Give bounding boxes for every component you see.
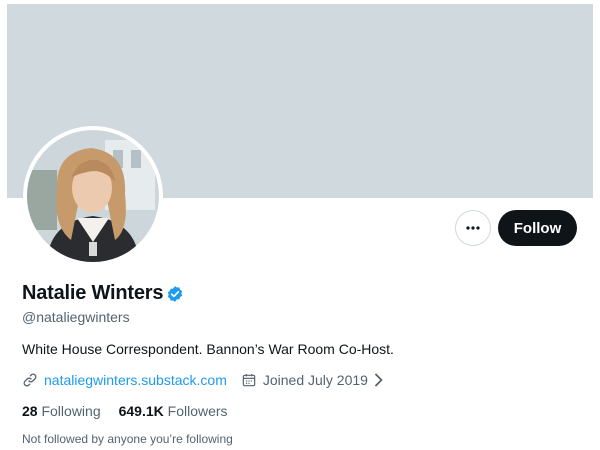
calendar-icon	[242, 374, 256, 387]
more-options-button[interactable]	[455, 210, 491, 246]
link-icon	[23, 373, 37, 387]
display-name: Natalie Winters	[22, 282, 164, 304]
profile-bio: White House Correspondent. Bannon’s War …	[22, 341, 394, 357]
user-handle: @nataliegwinters	[22, 309, 130, 325]
joined-label: Joined July 2019	[262, 372, 368, 388]
following-stat[interactable]: 28 Following	[22, 403, 101, 419]
chevron-right-icon	[375, 373, 383, 387]
not-followed-notice: Not followed by anyone you’re following	[22, 432, 233, 446]
avatar-frame[interactable]	[23, 126, 163, 266]
follow-stats: 28 Following 649.1K Followers	[22, 403, 246, 419]
following-label: Following	[41, 403, 101, 419]
follow-button[interactable]: Follow	[498, 210, 577, 246]
profile-meta: nataliegwinters.substack.com Joined July…	[22, 372, 384, 388]
avatar[interactable]	[27, 130, 159, 262]
joined-date[interactable]: Joined July 2019	[241, 372, 384, 388]
followers-count: 649.1K	[118, 403, 164, 419]
display-name-row: Natalie Winters	[22, 282, 184, 305]
following-count: 28	[22, 403, 38, 419]
followers-stat[interactable]: 649.1K Followers	[119, 403, 228, 419]
more-horizontal-icon	[466, 226, 480, 230]
verified-badge-icon[interactable]	[166, 285, 184, 303]
profile-header: Follow Natalie Winters @nataliegwinters …	[7, 4, 593, 450]
website-link[interactable]: nataliegwinters.substack.com	[44, 372, 227, 388]
followers-label: Followers	[167, 403, 228, 419]
